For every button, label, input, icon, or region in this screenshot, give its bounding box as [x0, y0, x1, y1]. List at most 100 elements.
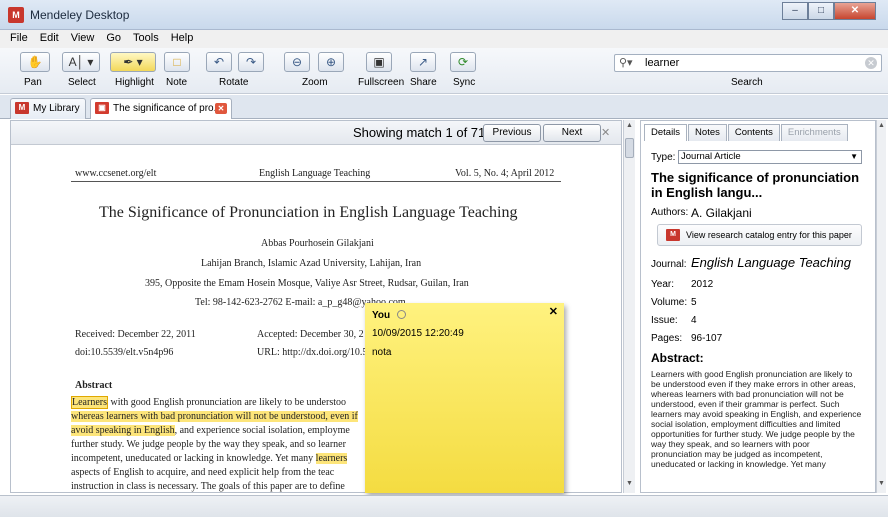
- abstract-line-7: instruction in class is necessary. The g…: [71, 481, 345, 492]
- menu-bar: File Edit View Go Tools Help: [0, 30, 888, 48]
- journal-value[interactable]: English Language Teaching: [691, 255, 851, 270]
- share-button[interactable]: ↗: [410, 52, 436, 72]
- close-note-icon[interactable]: ✕: [549, 305, 558, 318]
- volume-label: Volume:: [651, 297, 688, 308]
- issue-label: Issue:: [651, 315, 678, 326]
- abstract-line-3: avoid speaking in English, and experienc…: [71, 425, 350, 436]
- details-tabs: Details Notes Contents Enrichments: [644, 124, 849, 141]
- tab-details[interactable]: Details: [644, 124, 688, 141]
- details-panel: Details Notes Contents Enrichments Type:…: [640, 120, 876, 493]
- tab-my-library-label: My Library: [33, 103, 80, 114]
- header-rule: [71, 181, 561, 182]
- authors-value[interactable]: A. Gilakjani: [691, 206, 752, 220]
- maximize-button[interactable]: □: [808, 2, 834, 20]
- status-bar: [0, 495, 888, 517]
- share-label: Share: [410, 77, 437, 88]
- pan-button[interactable]: ✋: [20, 52, 50, 72]
- pan-label: Pan: [24, 77, 42, 88]
- search-box[interactable]: ⚲▾ ✕: [614, 54, 882, 72]
- type-label: Type:: [651, 152, 676, 163]
- close-window-button[interactable]: ✕: [834, 2, 876, 20]
- details-scroll-down-icon[interactable]: ▼: [878, 480, 885, 487]
- pdf-icon: ▣: [95, 102, 109, 114]
- note-status-icon[interactable]: [397, 310, 406, 319]
- journal-label: Journal:: [651, 259, 687, 270]
- menu-view[interactable]: View: [65, 30, 101, 48]
- search-input[interactable]: [645, 56, 845, 70]
- window-title: Mendeley Desktop: [30, 8, 130, 22]
- note-button[interactable]: □: [164, 52, 190, 72]
- tab-document[interactable]: ▣ The significance of pro... ✕: [90, 98, 232, 119]
- abstract-heading-details: Abstract:: [651, 351, 704, 365]
- search-match-highlight[interactable]: Learners: [71, 396, 108, 409]
- search-icon[interactable]: ⚲▾: [619, 56, 633, 69]
- note-text[interactable]: nota: [372, 347, 391, 358]
- accepted-date: Accepted: December 30, 2: [257, 329, 364, 340]
- received-date: Received: December 22, 2011: [75, 329, 196, 340]
- menu-go[interactable]: Go: [100, 30, 127, 48]
- menu-file[interactable]: File: [4, 30, 34, 48]
- view-catalog-label: View research catalog entry for this pap…: [686, 230, 852, 240]
- select-button[interactable]: A│ ▾: [62, 52, 100, 72]
- view-catalog-button[interactable]: M View research catalog entry for this p…: [657, 224, 862, 246]
- previous-match-button[interactable]: Previous: [483, 124, 541, 142]
- scroll-down-icon[interactable]: ▼: [626, 480, 633, 487]
- abstract-line-2: whereas learners with bad pronunciation …: [71, 411, 358, 422]
- rotate-right-button[interactable]: ↷: [238, 52, 264, 72]
- note-author: You: [372, 310, 391, 321]
- next-match-button[interactable]: Next: [543, 124, 601, 142]
- abstract-line-6: aspects of English to acquire, and need …: [71, 467, 335, 478]
- highlight-button[interactable]: ✒ ▾: [110, 52, 156, 72]
- pages-value[interactable]: 96-107: [691, 333, 722, 344]
- tab-notes[interactable]: Notes: [688, 124, 727, 141]
- type-select[interactable]: Journal Article ▼: [678, 150, 862, 164]
- menu-tools[interactable]: Tools: [127, 30, 165, 48]
- year-value[interactable]: 2012: [691, 279, 713, 290]
- zoom-out-button[interactable]: ⊖: [284, 52, 310, 72]
- close-find-icon[interactable]: ✕: [601, 126, 610, 139]
- pages-label: Pages:: [651, 333, 683, 344]
- details-scrollbar[interactable]: ▲ ▼: [876, 120, 886, 493]
- zoom-in-button[interactable]: ⊕: [318, 52, 344, 72]
- paper-doi: doi:10.5539/elt.v5n4p96: [75, 347, 174, 358]
- paper-author: Abbas Pourhosein Gilakjani: [261, 238, 374, 249]
- menu-edit[interactable]: Edit: [34, 30, 65, 48]
- close-tab-icon[interactable]: ✕: [215, 103, 227, 114]
- rotate-left-button[interactable]: ↶: [206, 52, 232, 72]
- issue-value[interactable]: 4: [691, 315, 697, 326]
- sync-label: Sync: [453, 77, 476, 88]
- clear-search-icon[interactable]: ✕: [865, 57, 877, 69]
- fullscreen-label: Fullscreen: [358, 77, 405, 88]
- fullscreen-button[interactable]: ▣: [366, 52, 392, 72]
- tab-enrichments[interactable]: Enrichments: [780, 124, 848, 141]
- abstract-line-5: incompetent, uneducated or lacking in kn…: [71, 453, 348, 464]
- header-left: www.ccsenet.org/elt: [75, 168, 157, 179]
- tab-strip: M My Library ▣ The significance of pro..…: [0, 95, 888, 119]
- title-bar: M Mendeley Desktop – □ ✕: [0, 0, 888, 30]
- abstract-text[interactable]: Learners with good English pronunciation…: [651, 369, 863, 469]
- tab-my-library[interactable]: M My Library: [10, 98, 86, 119]
- tab-contents[interactable]: Contents: [727, 124, 780, 141]
- match-count: Showing match 1 of 71: [353, 125, 486, 140]
- minimize-button[interactable]: –: [782, 2, 808, 20]
- menu-help[interactable]: Help: [165, 30, 200, 48]
- text-highlight[interactable]: whereas learners with bad pronunciation …: [71, 411, 358, 422]
- sync-button[interactable]: ⟳: [450, 52, 476, 72]
- highlight-label: Highlight: [115, 77, 154, 88]
- toolbar: ✋ Pan A│ ▾ Select ✒ ▾ Highlight □ Note ↶…: [0, 48, 888, 94]
- volume-value[interactable]: 5: [691, 297, 697, 308]
- scroll-up-icon[interactable]: ▲: [626, 122, 633, 129]
- find-bar: Showing match 1 of 71 Previous Next ✕: [11, 121, 621, 145]
- details-scroll-up-icon[interactable]: ▲: [878, 122, 885, 129]
- paper-affiliation: Lahijan Branch, Islamic Azad University,…: [201, 258, 422, 269]
- abstract-heading: Abstract: [75, 380, 113, 391]
- text-highlight[interactable]: avoid speaking in English: [71, 425, 175, 436]
- search-match-highlight[interactable]: learners: [315, 453, 348, 464]
- note-label: Note: [166, 77, 188, 88]
- sticky-note[interactable]: You ✕ 10/09/2015 12:20:49 nota: [365, 303, 564, 493]
- select-label: Select: [68, 77, 96, 88]
- document-scrollbar[interactable]: ▲ ▼: [623, 120, 635, 493]
- abstract-line-4: further study. We judge people by the wa…: [71, 439, 346, 450]
- scroll-thumb[interactable]: [625, 138, 634, 158]
- document-title[interactable]: The significance of pronunciation in Eng…: [651, 170, 867, 200]
